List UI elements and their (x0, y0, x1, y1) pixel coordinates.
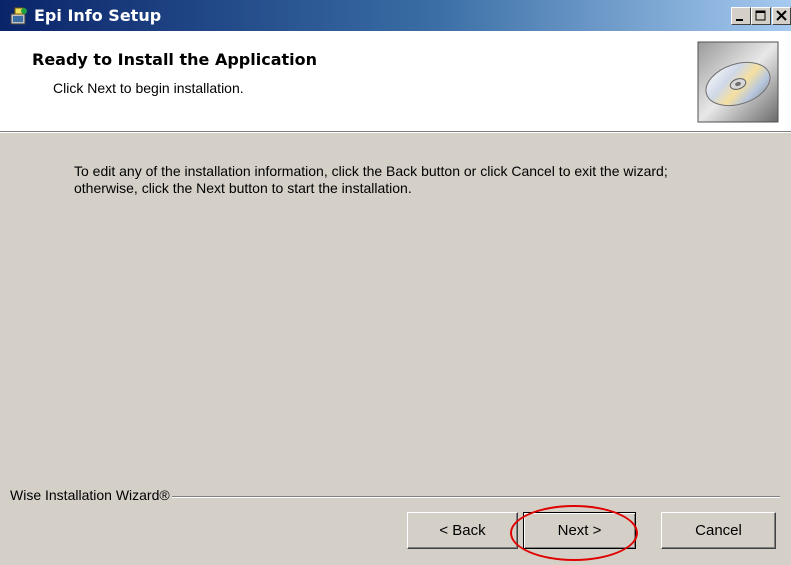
maximize-button[interactable] (751, 7, 771, 25)
minimize-button[interactable] (731, 7, 751, 25)
setup-window: Epi Info Setup Ready to Install the Appl… (0, 0, 791, 565)
instruction-text: To edit any of the installation informat… (74, 163, 668, 196)
wizard-brand-label: Wise Installation Wizard® (10, 487, 172, 503)
header-separator (0, 131, 791, 133)
page-title: Ready to Install the Application (32, 50, 317, 69)
next-button[interactable]: Next > (523, 512, 636, 549)
page-subtitle: Click Next to begin installation. (53, 80, 244, 96)
minimize-icon (736, 19, 743, 21)
cd-disc-icon (697, 41, 779, 123)
close-icon (776, 10, 787, 21)
back-button[interactable]: < Back (407, 512, 518, 549)
window-title: Epi Info Setup (34, 6, 162, 25)
close-button[interactable] (772, 7, 791, 25)
maximize-icon (755, 10, 766, 21)
setup-app-icon (9, 6, 29, 26)
title-bar[interactable]: Epi Info Setup (0, 0, 791, 31)
cancel-button[interactable]: Cancel (661, 512, 776, 549)
